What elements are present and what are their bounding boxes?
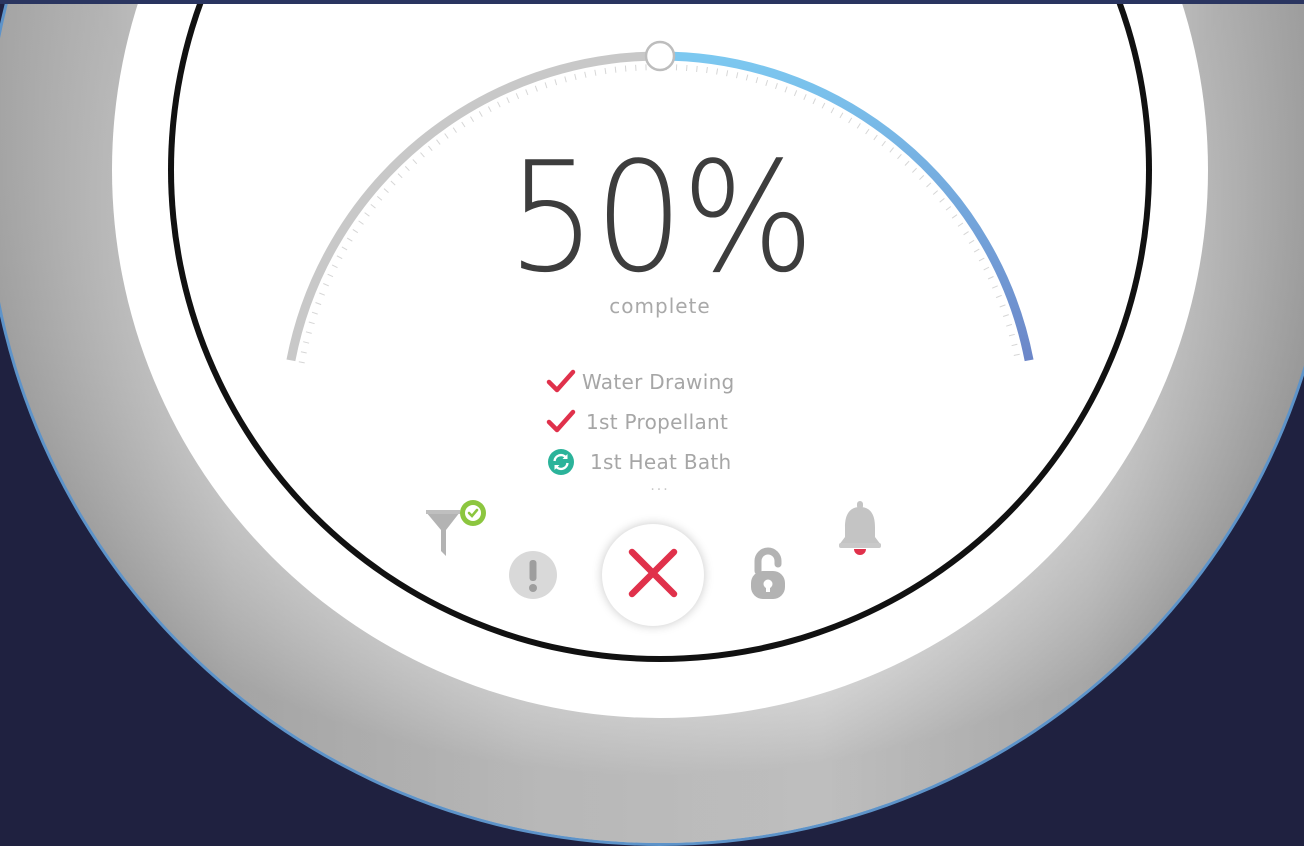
- step-label: 1st Propellant: [586, 410, 729, 434]
- tick-mark: [696, 65, 698, 72]
- tick-mark: [614, 66, 617, 73]
- close-icon: [627, 547, 679, 603]
- cancel-button[interactable]: [602, 524, 704, 626]
- bell-icon: [834, 499, 886, 563]
- bell-button[interactable]: [832, 500, 888, 562]
- step-label: Water Drawing: [582, 370, 735, 394]
- tick-mark: [624, 65, 627, 72]
- checkmark-icon: [546, 407, 576, 437]
- list-item: 1st Propellant: [540, 402, 800, 442]
- more-steps-indicator: ...: [650, 478, 670, 494]
- tick-mark: [686, 64, 688, 72]
- alert-button[interactable]: [506, 550, 560, 604]
- step-list: Water Drawing 1st Propellant 1st Heat Ba…: [540, 362, 800, 482]
- step-label: 1st Heat Bath: [590, 450, 732, 474]
- unlock-icon: [746, 547, 790, 607]
- list-item: 1st Heat Bath: [540, 442, 800, 482]
- dial-screen: 50% complete Water Drawing 1st Propellan…: [0, 0, 1304, 846]
- list-item: Water Drawing: [540, 362, 800, 402]
- status-label: complete: [609, 294, 711, 318]
- checkmark-icon: [546, 367, 576, 397]
- lock-button[interactable]: [744, 547, 792, 607]
- sync-icon: [546, 447, 576, 477]
- check-badge-icon: [458, 498, 488, 532]
- exclamation-icon: [507, 549, 559, 605]
- progress-knob[interactable]: [644, 40, 676, 72]
- filter-button[interactable]: [420, 496, 490, 562]
- percent-readout: 50%: [507, 129, 814, 306]
